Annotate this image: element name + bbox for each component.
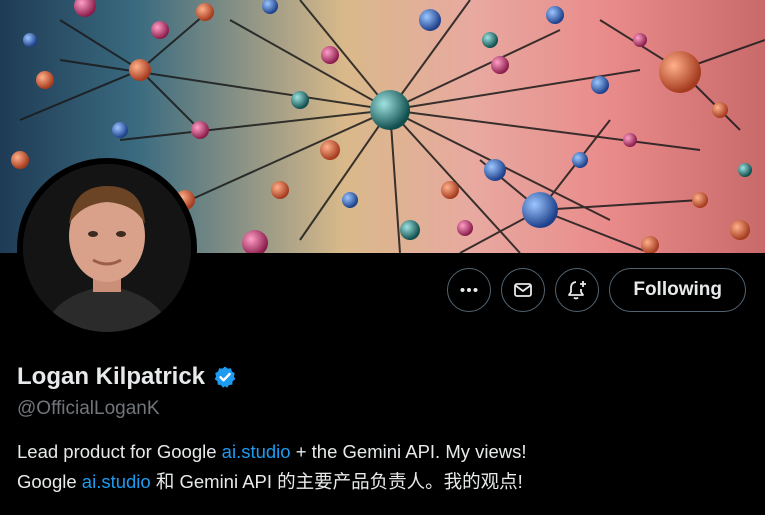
verified-badge-icon[interactable] [213, 365, 237, 389]
bell-plus-icon [568, 281, 587, 300]
more-button[interactable] [447, 268, 492, 312]
bio-text: + the Gemini API. My views! [290, 441, 527, 462]
avatar-portrait [23, 164, 191, 332]
user-handle: @OfficialLoganK [17, 398, 160, 419]
envelope-icon [514, 283, 533, 297]
bio-text: 和 Gemini API 的主要产品负责人。我的观点! [150, 471, 523, 492]
ai-studio-link[interactable]: ai.studio [222, 441, 291, 462]
more-dots-icon [460, 288, 478, 292]
profile-actions: Following [447, 268, 746, 312]
avatar[interactable] [23, 164, 191, 332]
notify-button[interactable] [555, 268, 600, 312]
display-name: Logan Kilpatrick [17, 363, 206, 390]
bio-text: Google [17, 471, 82, 492]
bio-line-1: Lead product for Google ai.studio + the … [17, 437, 527, 467]
following-button[interactable]: Following [609, 268, 746, 312]
name-row: Logan Kilpatrick [17, 363, 237, 391]
profile-bio: Lead product for Google ai.studio + the … [17, 437, 527, 497]
bio-text: Lead product for Google [17, 441, 222, 462]
ai-studio-link[interactable]: ai.studio [82, 471, 151, 492]
bio-line-2: Google ai.studio 和 Gemini API 的主要产品负责人。我… [17, 467, 527, 497]
message-button[interactable] [501, 268, 546, 312]
